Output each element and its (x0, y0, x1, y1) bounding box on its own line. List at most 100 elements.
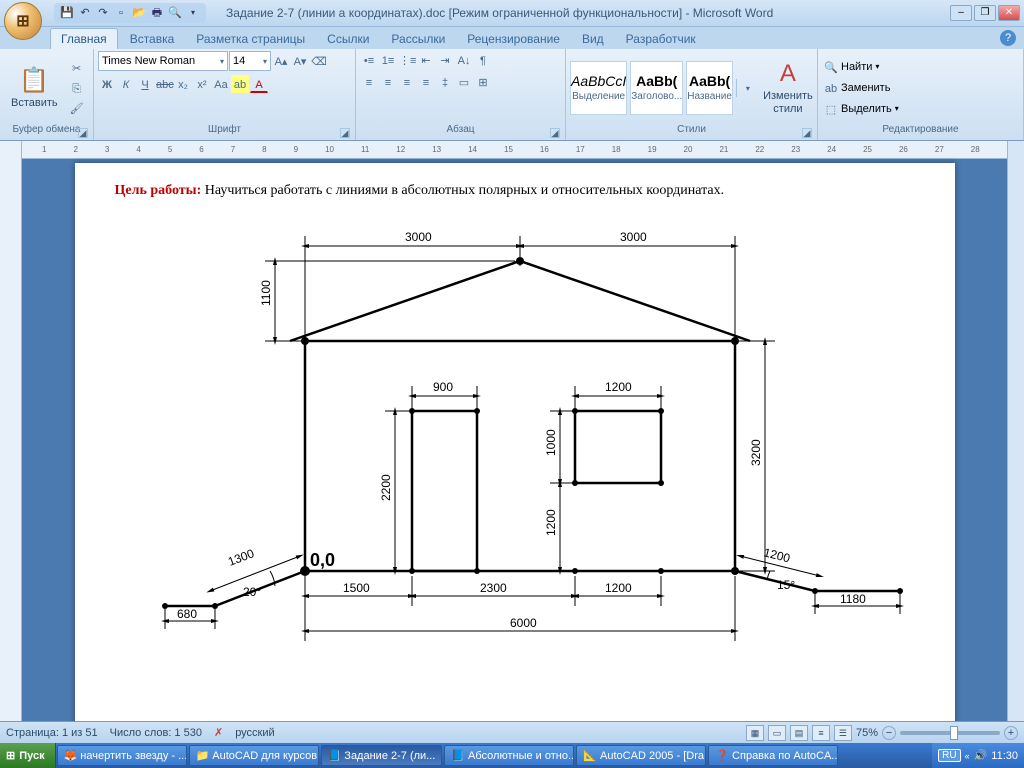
task-word-current[interactable]: 📘Задание 2-7 (ли... (321, 745, 443, 766)
titlebar: 💾 ↶ ↷ ▫ 📂 🖶 🔍 ▾ Задание 2-7 (линии а коо… (0, 0, 1024, 27)
find-button[interactable]: 🔍Найти▾ (822, 58, 899, 76)
help-icon: ❓ (715, 749, 729, 762)
subscript-button[interactable]: x₂ (174, 75, 192, 93)
styles-launcher[interactable]: ◢ (802, 128, 812, 138)
status-words[interactable]: Число слов: 1 530 (110, 727, 202, 739)
zoom-in[interactable]: + (1004, 726, 1018, 740)
font-family-combo[interactable]: Times New Roman▾ (98, 51, 228, 71)
status-page[interactable]: Страница: 1 из 51 (6, 727, 98, 739)
tab-developer[interactable]: Разработчик (616, 29, 706, 49)
align-right-icon[interactable]: ≡ (398, 73, 416, 91)
help-icon[interactable]: ? (1000, 30, 1016, 46)
tab-mailings[interactable]: Рассылки (381, 29, 455, 49)
zoom-level[interactable]: 75% (856, 727, 878, 739)
qat-new-icon[interactable]: ▫ (114, 6, 128, 20)
font-launcher[interactable]: ◢ (340, 128, 350, 138)
tab-insert[interactable]: Вставка (120, 29, 185, 49)
vertical-ruler[interactable] (0, 141, 22, 721)
format-painter-icon[interactable]: 🖌 (68, 99, 86, 117)
justify-icon[interactable]: ≡ (417, 73, 435, 91)
change-case-button[interactable]: Aa (212, 75, 230, 93)
paragraph-launcher[interactable]: ◢ (550, 128, 560, 138)
quick-access-toolbar: 💾 ↶ ↷ ▫ 📂 🖶 🔍 ▾ (54, 3, 206, 23)
underline-button[interactable]: Ч (136, 75, 154, 93)
multilevel-icon[interactable]: ⋮≡ (398, 51, 416, 69)
qat-dropdown-icon[interactable]: ▾ (186, 6, 200, 20)
paste-button[interactable]: 📋 Вставить (4, 53, 65, 123)
align-left-icon[interactable]: ≡ (360, 73, 378, 91)
start-button[interactable]: ⊞Пуск (0, 743, 56, 768)
qat-open-icon[interactable]: 📂 (132, 6, 146, 20)
clipboard-launcher[interactable]: ◢ (78, 128, 88, 138)
group-font: Times New Roman▾ 14▾ A▴ A▾ ⌫ Ж К Ч abc x… (94, 49, 356, 140)
styles-more-icon[interactable]: ▾ (739, 79, 757, 97)
italic-button[interactable]: К (117, 75, 135, 93)
shrink-font-icon[interactable]: A▾ (291, 52, 309, 70)
bold-button[interactable]: Ж (98, 75, 116, 93)
tab-home[interactable]: Главная (50, 28, 118, 49)
task-folder[interactable]: 📁AutoCAD для курсов (189, 745, 319, 766)
qat-redo-icon[interactable]: ↷ (96, 6, 110, 20)
clock[interactable]: 11:30 (991, 750, 1018, 762)
view-full-screen[interactable]: ▭ (768, 725, 786, 741)
font-color-button[interactable]: A (250, 75, 268, 93)
change-styles-icon: A (780, 60, 796, 88)
minimize-button[interactable]: – (950, 5, 972, 21)
change-styles-button[interactable]: A Изменить стили (760, 53, 816, 123)
clear-format-icon[interactable]: ⌫ (310, 52, 328, 70)
view-print-layout[interactable]: ▦ (746, 725, 764, 741)
replace-button[interactable]: abЗаменить (822, 79, 899, 97)
task-firefox[interactable]: 🦊начертить звезду - ... (57, 745, 187, 766)
select-button[interactable]: ⬚Выделить▾ (822, 100, 899, 118)
firefox-icon: 🦊 (64, 749, 78, 762)
view-draft[interactable]: ☰ (834, 725, 852, 741)
office-button[interactable] (4, 2, 42, 40)
task-word-other[interactable]: 📘Абсолютные и отно... (444, 745, 574, 766)
borders-icon[interactable]: ⊞ (474, 73, 492, 91)
qat-preview-icon[interactable]: 🔍 (168, 6, 182, 20)
status-proof-icon[interactable]: ✗ (214, 726, 223, 739)
close-button[interactable]: ✕ (998, 5, 1020, 21)
task-autocad[interactable]: 📐AutoCAD 2005 - [Dra... (576, 745, 706, 766)
sort-icon[interactable]: A↓ (455, 51, 473, 69)
lang-indicator[interactable]: RU (938, 749, 960, 762)
maximize-button[interactable]: ❐ (974, 5, 996, 21)
bullets-icon[interactable]: •≡ (360, 51, 378, 69)
numbering-icon[interactable]: 1≡ (379, 51, 397, 69)
task-help[interactable]: ❓Справка по AutoCA... (708, 745, 838, 766)
zoom-slider[interactable] (900, 731, 1000, 735)
view-web[interactable]: ▤ (790, 725, 808, 741)
superscript-button[interactable]: x² (193, 75, 211, 93)
tray-expand-icon[interactable]: « (965, 751, 970, 761)
tab-view[interactable]: Вид (572, 29, 614, 49)
align-center-icon[interactable]: ≡ (379, 73, 397, 91)
horizontal-ruler[interactable]: 1234567891011121314151617181920212223242… (22, 141, 1007, 159)
indent-inc-icon[interactable]: ⇥ (436, 51, 454, 69)
window-controls: – ❐ ✕ (950, 5, 1024, 21)
strike-button[interactable]: abc (155, 75, 173, 93)
style-emphasis[interactable]: AaBbCcIВыделение (570, 61, 627, 115)
grow-font-icon[interactable]: A▴ (272, 52, 290, 70)
qat-save-icon[interactable]: 💾 (60, 6, 74, 20)
cut-icon[interactable]: ✂ (68, 59, 86, 77)
qat-print-icon[interactable]: 🖶 (150, 6, 164, 20)
zoom-out[interactable]: − (882, 726, 896, 740)
qat-undo-icon[interactable]: ↶ (78, 6, 92, 20)
tray-icon[interactable]: 🔊 (974, 749, 988, 762)
view-outline[interactable]: ≡ (812, 725, 830, 741)
line-spacing-icon[interactable]: ‡ (436, 73, 454, 91)
copy-icon[interactable]: ⎘ (68, 79, 86, 97)
style-heading[interactable]: AaBb(Заголово... (630, 61, 683, 115)
tab-review[interactable]: Рецензирование (457, 29, 570, 49)
font-size-combo[interactable]: 14▾ (229, 51, 271, 71)
tab-layout[interactable]: Разметка страницы (186, 29, 315, 49)
shading-icon[interactable]: ▭ (455, 73, 473, 91)
vertical-scrollbar[interactable] (1007, 141, 1024, 721)
document-scroll[interactable]: 1234567891011121314151617181920212223242… (22, 141, 1007, 721)
indent-dec-icon[interactable]: ⇤ (417, 51, 435, 69)
tab-references[interactable]: Ссылки (317, 29, 379, 49)
highlight-button[interactable]: ab (231, 75, 249, 93)
show-marks-icon[interactable]: ¶ (474, 51, 492, 69)
style-title[interactable]: AaBb(Название (686, 61, 733, 115)
status-lang[interactable]: русский (235, 727, 274, 739)
